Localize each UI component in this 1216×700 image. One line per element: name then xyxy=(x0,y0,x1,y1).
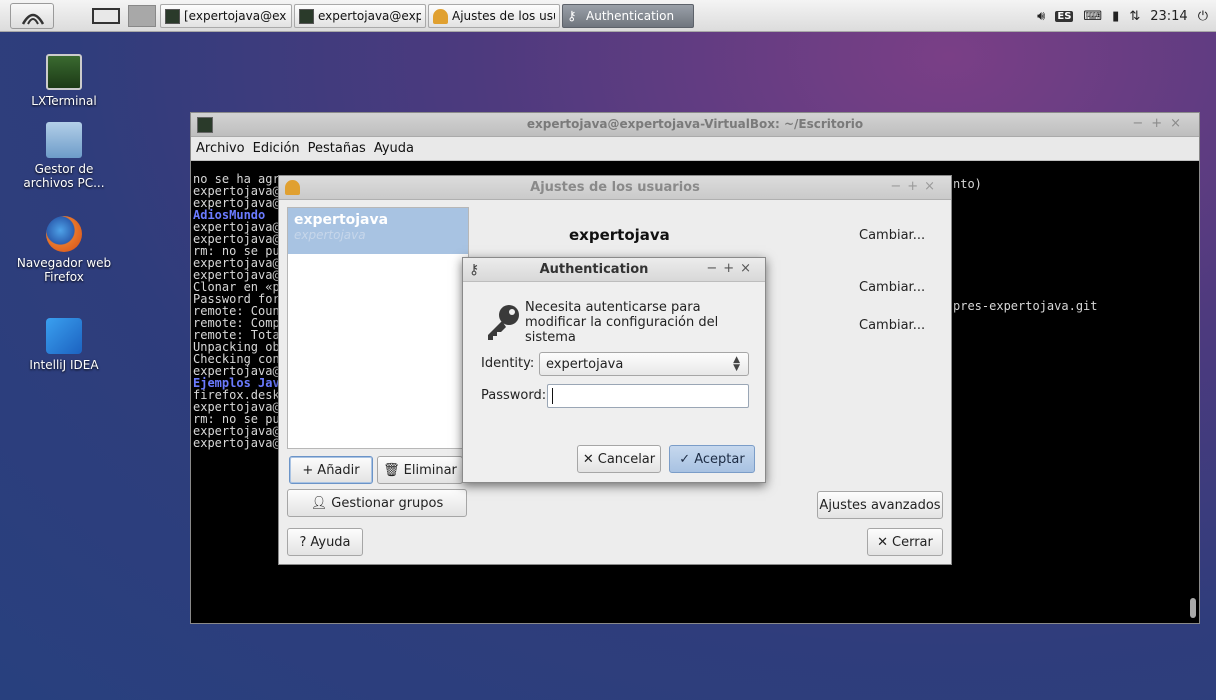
main-menu-button[interactable] xyxy=(10,3,54,29)
task-user-settings[interactable]: Ajustes de los usu... xyxy=(428,4,560,28)
workspace-switcher[interactable] xyxy=(128,5,156,27)
accept-button[interactable]: ✓ Aceptar xyxy=(669,445,755,473)
key-icon: ⚷ xyxy=(567,8,577,24)
chevron-up-down-icon: ▲ ▼ xyxy=(733,355,740,373)
close-icon: ✕ xyxy=(582,451,594,467)
terminal-scrollbar[interactable] xyxy=(1190,598,1196,618)
user-list[interactable]: expertojava expertojava xyxy=(287,207,469,449)
user-header-name: expertojava xyxy=(569,226,670,244)
button-label: Ayuda xyxy=(310,534,351,550)
task-terminal-1[interactable]: [expertojava@ex... xyxy=(160,4,292,28)
delete-user-button[interactable]: 🗑︎ Eliminar xyxy=(377,456,463,484)
clock[interactable]: 23:14 xyxy=(1150,9,1187,24)
task-label: Authentication xyxy=(586,9,675,23)
firefox-icon xyxy=(46,216,82,252)
terminal-text-fragment: pres-expertojava.git xyxy=(953,299,1098,313)
desktop-icon-label: IntelliJ IDEA xyxy=(29,358,99,372)
keyboard-layout-indicator[interactable]: ES xyxy=(1055,10,1074,22)
identity-value: expertojava xyxy=(546,356,624,372)
key-icon xyxy=(488,305,519,340)
change-name-button[interactable]: Cambiar... xyxy=(859,228,925,243)
trash-icon: 🗑︎ xyxy=(383,462,400,478)
user-name: expertojava xyxy=(294,212,389,228)
add-user-button[interactable]: + Añadir xyxy=(289,456,373,484)
button-label: Ajustes avanzados xyxy=(819,497,941,513)
button-label: Añadir xyxy=(317,462,360,478)
plus-icon: + xyxy=(302,462,314,478)
desktop-icon-label: Navegador web Firefox xyxy=(16,256,112,284)
change-password-button[interactable]: Cambiar... xyxy=(859,318,925,333)
power-icon[interactable]: ⏻ xyxy=(1198,9,1208,24)
menu-archivo[interactable]: Archivo xyxy=(196,141,245,156)
task-terminal-2[interactable]: expertojava@exp... xyxy=(294,4,426,28)
terminal-menubar: Archivo Edición Pestañas Ayuda xyxy=(191,137,1199,161)
desktop-icon-file-manager[interactable]: Gestor de archivos PC... xyxy=(14,122,114,190)
terminal-icon xyxy=(299,8,314,24)
menu-edicion[interactable]: Edición xyxy=(253,141,300,156)
button-label: Gestionar grupos xyxy=(331,495,444,511)
user-login: expertojava xyxy=(294,228,366,242)
checkmark-icon: ✓ xyxy=(679,451,691,467)
button-label: Cerrar xyxy=(892,534,933,550)
menu-logo-icon xyxy=(21,13,45,25)
show-desktop-icon[interactable] xyxy=(92,8,120,24)
keyboard-icon[interactable]: ⌨ xyxy=(1083,9,1102,24)
authentication-message: Necesita autenticarse para modificar la … xyxy=(525,300,719,345)
text-caret xyxy=(552,388,553,404)
authentication-dialog: ⚷ Authentication −+× Necesita autenticar… xyxy=(462,257,766,483)
window-controls[interactable]: −+× xyxy=(1132,116,1189,131)
users-icon xyxy=(433,8,448,24)
authentication-titlebar[interactable]: ⚷ Authentication −+× xyxy=(463,258,765,282)
desktop-icon-lxterminal[interactable]: LXTerminal xyxy=(14,54,114,108)
desktop-icon-firefox[interactable]: Navegador web Firefox xyxy=(14,216,114,284)
task-authentication[interactable]: ⚷ Authentication xyxy=(562,4,694,28)
task-label: [expertojava@ex... xyxy=(184,9,287,23)
window-controls[interactable]: −+× xyxy=(706,261,757,276)
task-label: Ajustes de los usu... xyxy=(452,9,555,23)
lxterminal-icon xyxy=(46,54,82,90)
terminal-titlebar[interactable]: expertojava@expertojava-VirtualBox: ~/Es… xyxy=(191,113,1199,137)
change-type-button[interactable]: Cambiar... xyxy=(859,280,925,295)
identity-select[interactable]: expertojava ▲ ▼ xyxy=(539,352,749,376)
user-icon: 👤︎ xyxy=(310,495,328,511)
intellij-icon xyxy=(46,318,82,354)
password-label: Password: xyxy=(481,388,547,403)
folder-icon xyxy=(46,122,82,158)
advanced-settings-button[interactable]: Ajustes avanzados xyxy=(817,491,943,519)
system-tray: 🔊︎ ES ⌨ ▮ ⇅ 23:14 ⏻ xyxy=(1037,0,1208,32)
question-icon: ? xyxy=(299,534,307,550)
close-icon: ✕ xyxy=(877,534,889,550)
button-label: Aceptar xyxy=(694,451,745,467)
top-panel: [expertojava@ex... expertojava@exp... Aj… xyxy=(0,0,1216,32)
identity-label: Identity: xyxy=(481,356,535,371)
menu-pestanas[interactable]: Pestañas xyxy=(308,141,366,156)
task-label: expertojava@exp... xyxy=(318,9,421,23)
terminal-text-fragment: nto) xyxy=(953,177,982,191)
network-icon[interactable]: ⇅ xyxy=(1129,9,1140,24)
authentication-title: Authentication xyxy=(539,262,649,277)
close-button[interactable]: ✕ Cerrar xyxy=(867,528,943,556)
terminal-title: expertojava@expertojava-VirtualBox: ~/Es… xyxy=(526,117,864,131)
cancel-button[interactable]: ✕ Cancelar xyxy=(577,445,661,473)
desktop-icon-intellij[interactable]: IntelliJ IDEA xyxy=(14,318,114,372)
window-controls[interactable]: −+× xyxy=(890,179,941,194)
password-input[interactable] xyxy=(547,384,749,408)
user-list-item[interactable]: expertojava expertojava xyxy=(288,208,468,254)
battery-icon[interactable]: ▮ xyxy=(1112,9,1119,24)
terminal-icon xyxy=(165,8,180,24)
button-label: Cancelar xyxy=(597,451,656,467)
help-button[interactable]: ? Ayuda xyxy=(287,528,363,556)
volume-icon[interactable]: 🔊︎ xyxy=(1037,9,1045,24)
button-label: Eliminar xyxy=(403,462,457,478)
manage-groups-button[interactable]: 👤︎ Gestionar grupos xyxy=(287,489,467,517)
user-settings-title: Ajustes de los usuarios xyxy=(530,180,700,195)
menu-ayuda[interactable]: Ayuda xyxy=(374,141,414,156)
user-settings-titlebar[interactable]: Ajustes de los usuarios −+× xyxy=(279,176,951,200)
desktop-icon-label: LXTerminal xyxy=(31,94,97,108)
desktop-icon-label: Gestor de archivos PC... xyxy=(23,162,105,190)
